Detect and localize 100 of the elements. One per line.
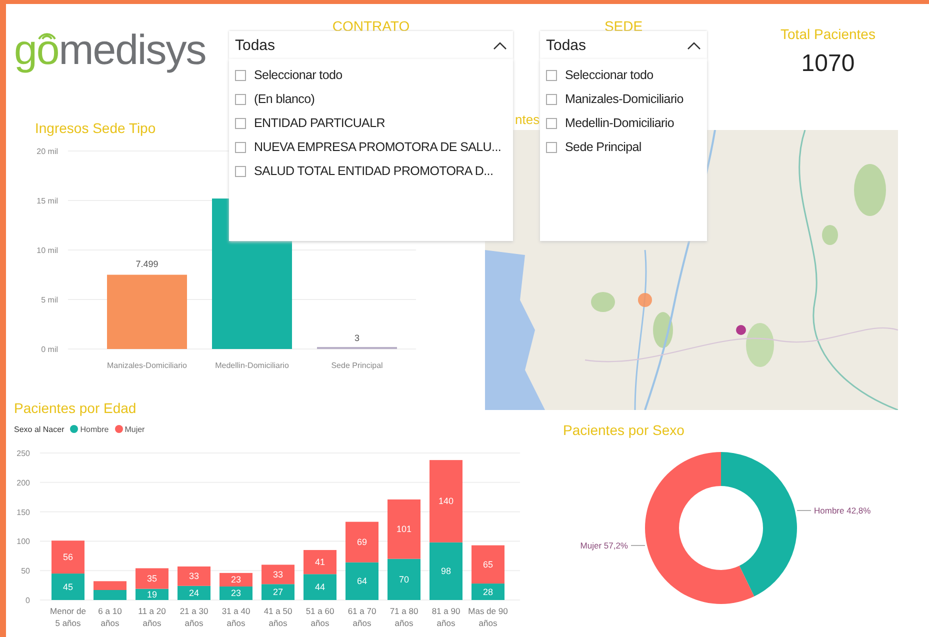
axis-label: 51 a 60 años	[304, 605, 336, 629]
axis-label: 5 mil	[41, 296, 58, 304]
filter-title: SEDE	[603, 17, 644, 31]
checkbox[interactable]	[235, 94, 246, 104]
axis-label: 150	[16, 508, 30, 517]
legend-label: Hombre	[80, 424, 109, 434]
checkbox[interactable]	[546, 70, 557, 80]
caret-icon	[493, 40, 507, 50]
filter-title: CONTRATO	[331, 17, 411, 31]
option-item[interactable]: Manizales-Domiciliario	[546, 87, 701, 111]
axis-label: 61 a 70 años	[346, 605, 378, 629]
legend-label: Mujer	[124, 424, 145, 434]
bar-segment	[52, 540, 84, 574]
bar-segment	[346, 522, 378, 562]
option-item[interactable]: NUEVA EMPRESA PROMOTORA DE SALU...	[235, 135, 507, 159]
data-label: 23	[231, 588, 241, 598]
chart-title: Pacientes por Sexo	[563, 422, 684, 440]
option-item[interactable]: Sede Principal	[546, 135, 701, 159]
axis-label: 71 a 80 años	[388, 605, 420, 629]
axis-label: 0 mil	[41, 345, 58, 354]
slice-label: Hombre 42,8%	[814, 506, 871, 516]
data-label: 3	[354, 333, 360, 343]
data-label: 24	[189, 588, 199, 598]
option-item[interactable]: Seleccionar todo	[235, 63, 507, 87]
option-item[interactable]: ENTIDAD PARTICUALR	[235, 111, 507, 135]
checkbox[interactable]	[235, 142, 246, 152]
chart-title: ntes	[515, 112, 540, 129]
data-label: 98	[441, 566, 451, 576]
bar-segment	[178, 586, 210, 600]
data-label: 44	[315, 582, 325, 592]
data-label: 64	[357, 576, 367, 586]
checkbox[interactable]	[235, 70, 246, 80]
bar-segment	[430, 542, 462, 600]
axis-label: 50	[21, 566, 30, 576]
axis-label: 11 a 20 años	[137, 605, 167, 629]
data-label: 33	[273, 569, 283, 580]
option-item[interactable]: (En blanco)	[235, 87, 507, 111]
option-item[interactable]: Medellin-Domiciliario	[546, 111, 701, 135]
bar-segment	[262, 564, 294, 584]
data-label: 35	[147, 574, 157, 584]
option-label: ENTIDAD PARTICUALR	[254, 116, 385, 130]
chart-title: Pacientes por Edad	[14, 400, 136, 418]
bar-segment	[94, 590, 126, 600]
bar-segment	[346, 562, 378, 600]
option-label: Seleccionar todo	[254, 68, 342, 82]
axis-label: 100	[16, 537, 30, 546]
bar-segment	[52, 574, 84, 600]
bar-segment	[178, 566, 210, 586]
axis-label: 20 mil	[36, 147, 58, 156]
checkbox[interactable]	[235, 166, 246, 176]
data-label: 69	[357, 537, 367, 548]
data-label: 56	[63, 552, 73, 562]
data-label: 140	[438, 496, 454, 506]
option-label: NUEVA EMPRESA PROMOTORA DE SALU...	[254, 140, 502, 154]
bar-segment	[94, 581, 126, 590]
bar-segment	[304, 550, 336, 574]
checkbox[interactable]	[546, 118, 557, 128]
chart-title: Ingresos Sede Tipo	[35, 120, 156, 138]
axis-label: 200	[16, 478, 30, 488]
leader-line	[796, 510, 812, 511]
option-item[interactable]: Seleccionar todo	[546, 63, 701, 87]
bar-segment	[220, 572, 252, 586]
legend-title: Sexo al Nacer	[14, 424, 64, 434]
data-label: 28	[483, 586, 493, 597]
axis-label: Sede Principal	[331, 361, 383, 370]
option-label: Sede Principal	[565, 140, 642, 154]
axis-label: 15 mil	[36, 196, 58, 206]
axis-label: 6 a 10 años	[97, 605, 123, 629]
leader-line	[630, 545, 646, 546]
checkbox[interactable]	[235, 118, 246, 128]
option-label: Medellin-Domiciliario	[565, 116, 674, 130]
axis-label: Menor de 5 años	[49, 605, 87, 629]
axis-label: 0	[26, 596, 30, 605]
bar-segment	[220, 586, 252, 600]
checkbox[interactable]	[546, 94, 557, 104]
axis-label: 10 mil	[36, 246, 58, 255]
data-label: 7.499	[136, 258, 158, 269]
bar-segment	[304, 574, 336, 600]
data-label: 101	[396, 524, 412, 534]
option-label: Seleccionar todo	[565, 68, 654, 82]
option-label: Manizales-Domiciliario	[565, 92, 684, 106]
axis-label: 81 a 90 años	[430, 605, 462, 629]
option-label: (En blanco)	[254, 92, 315, 106]
data-label: 41	[315, 557, 325, 568]
data-label: 45	[63, 582, 73, 592]
option-label: SALUD TOTAL ENTIDAD PROMOTORA D...	[254, 164, 494, 178]
axis-label: 31 a 40 años	[220, 605, 252, 629]
data-label: 27	[273, 587, 283, 598]
slice-label: Mujer 57,2%	[580, 540, 628, 550]
axis-label: 21 a 30 años	[178, 605, 210, 629]
axis-label: Manizales-Domiciliario	[106, 361, 188, 370]
checkbox[interactable]	[546, 142, 557, 152]
data-label: 65	[483, 559, 493, 570]
axis-label: 41 a 50 años	[262, 605, 294, 629]
data-label: 23	[231, 574, 241, 585]
axis-label: 250	[16, 449, 30, 458]
card-title: Total Pacientes	[780, 26, 876, 42]
option-item[interactable]: SALUD TOTAL ENTIDAD PROMOTORA D...	[235, 159, 507, 183]
logo: gomedisys	[14, 26, 206, 74]
data-label: 19	[147, 589, 157, 600]
